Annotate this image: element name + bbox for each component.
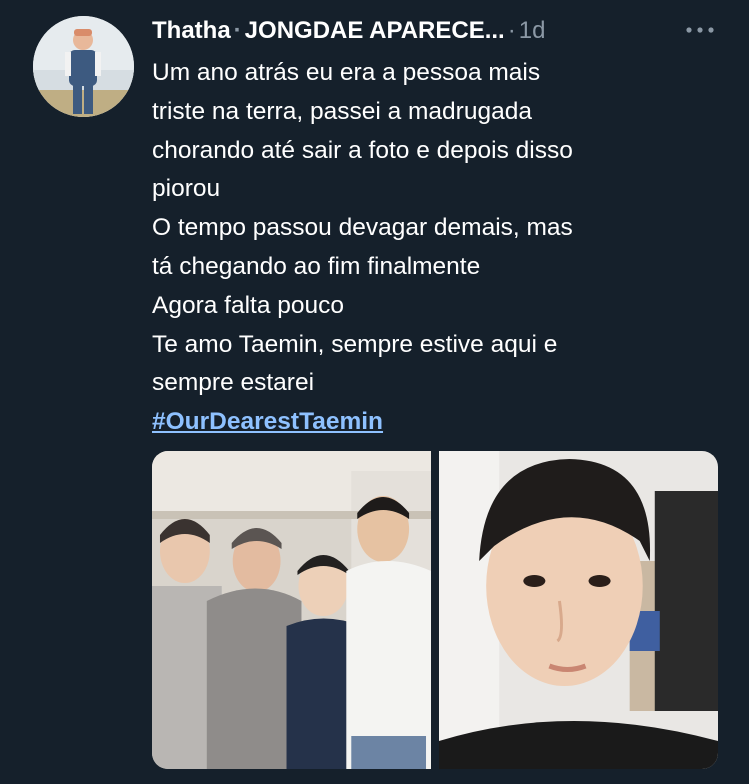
tweet-line: chorando até sair a foto e depois disso [152,136,573,164]
more-horizontal-icon[interactable] [683,18,717,42]
hashtag-link[interactable]: #OurDearestTaemin [152,408,383,435]
avatar-photo-icon [33,16,134,117]
author-name-suffix: JONGDAE APARECE... [244,17,505,44]
tweet-line: triste na terra, passei a madrugada [152,97,532,125]
tweet-line: Te amo Taemin, sempre estive aqui e [152,330,558,358]
tweet-line: Agora falta pouco [152,291,345,319]
author-name-prefix: Thatha [152,17,231,44]
tweet-line: tá chegando ao fim finalmente [152,252,481,280]
tweet-header: Thatha · JONGDAE APARECE... · 1d [152,14,729,48]
media-photo-selfie[interactable] [439,451,718,769]
name-separator: · [233,17,242,44]
tweet-timestamp[interactable]: 1d [519,17,546,45]
tweet-line: O tempo passou devagar demais, mas [152,214,573,242]
author-avatar[interactable] [33,16,134,117]
group-photo-icon [152,451,431,769]
tweet-line: sempre estarei [152,369,315,397]
media-photo-group[interactable] [152,451,431,769]
tweet-text: Um ano atrás eu era a pessoa mais triste… [152,54,722,442]
tweet-media [152,451,718,769]
tweet-line: piorou [152,175,221,203]
selfie-photo-icon [439,451,718,769]
author-name[interactable]: Thatha · JONGDAE APARECE... [152,17,505,45]
tweet-line: Um ano atrás eu era a pessoa mais [152,59,541,86]
time-separator: · [507,17,516,44]
